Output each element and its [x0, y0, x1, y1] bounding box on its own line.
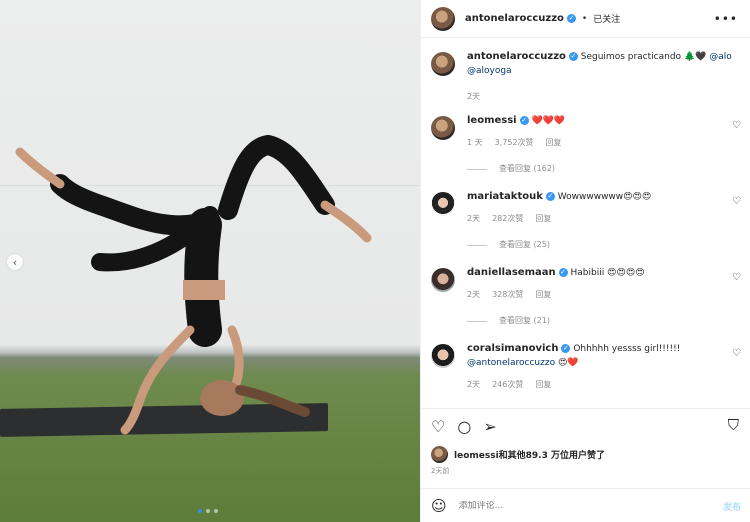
post-photo: ‹: [0, 0, 420, 522]
divider: [467, 244, 487, 246]
verified-icon: ✓: [561, 344, 571, 353]
comment-username[interactable]: coralsimanovich: [467, 343, 558, 354]
comment-likes[interactable]: 246次赞: [492, 378, 523, 392]
avatar[interactable]: [431, 268, 455, 292]
caption-time: 2天: [467, 92, 481, 101]
verified-icon: ✓: [566, 14, 576, 23]
comment-body: leomessi ✓ ❤️❤️❤️ 1 天 3,752次赞 回复 查看回复 (16…: [467, 114, 741, 176]
comment-time: 1 天: [467, 138, 483, 147]
emoji-icon[interactable]: ☺: [431, 497, 447, 515]
post-button[interactable]: 发布: [723, 500, 741, 513]
verified-icon: ✓: [545, 192, 555, 201]
view-replies[interactable]: 查看回复 (25): [467, 238, 741, 252]
heart-icon[interactable]: ♡: [732, 348, 741, 359]
list-item: daniellasemaan ✓ Habibiii 😍😍😍😍 2天 328次赞 回…: [431, 266, 741, 328]
heart-icon[interactable]: ♡: [732, 272, 741, 283]
avatar[interactable]: [431, 344, 455, 368]
caption-text: Seguimos practicando: [580, 52, 682, 62]
comment-text: ❤️❤️❤️: [531, 116, 566, 126]
comment-likes[interactable]: 328次赞: [492, 288, 523, 302]
comment-input[interactable]: [458, 500, 699, 511]
heart-icon[interactable]: ♡: [732, 120, 741, 131]
comment-likes[interactable]: 282次赞: [492, 212, 523, 226]
yoga-figure-illustration: [15, 134, 372, 435]
comment-time: 2天: [467, 380, 481, 389]
comment-text: Habibiii 😍😍😍😍: [570, 268, 645, 278]
divider: [467, 320, 487, 322]
caption-username[interactable]: antonelaroccuzzo: [467, 51, 566, 62]
reply-button[interactable]: 回复: [535, 288, 551, 302]
separator-dot: •: [581, 13, 588, 24]
list-item: mariataktouk ✓ Wowwwwwww😍😍😍 2天 282次赞 回复 查…: [431, 190, 741, 252]
comment-username[interactable]: leomessi: [467, 115, 517, 126]
comment-text: Ohhhhh yessss girl!!!!!!: [573, 344, 681, 354]
verified-icon: ✓: [558, 268, 568, 277]
view-replies-label: 查看回复 (162): [499, 164, 556, 173]
carousel-dot: [214, 509, 218, 513]
comment-username[interactable]: daniellasemaan: [467, 267, 556, 278]
heart-icon[interactable]: ♡: [732, 196, 741, 207]
likes-summary[interactable]: leomessi和其他89.3 万位用户赞了: [431, 446, 605, 463]
bookmark-icon[interactable]: ⛉: [728, 418, 739, 433]
reply-button[interactable]: 回复: [535, 378, 551, 392]
comment-text: Wowwwwwww😍😍😍: [557, 192, 652, 202]
comment-time: 2天: [467, 214, 481, 223]
action-bar: ♡ ○ ➢ ⛉: [421, 408, 750, 444]
view-replies[interactable]: 查看回复 (162): [467, 162, 741, 176]
avatar: [431, 446, 448, 463]
avatar[interactable]: [431, 192, 455, 216]
reply-button[interactable]: 回复: [535, 212, 551, 226]
comment-mention-emoji: 😍❤️: [557, 358, 579, 368]
follow-status[interactable]: 已关注: [593, 12, 620, 25]
comment-body: mariataktouk ✓ Wowwwwwww😍😍😍 2天 282次赞 回复 查…: [467, 190, 741, 252]
caption-emoji: 🌲🖤: [683, 52, 707, 62]
caption: antonelaroccuzzo ✓ Seguimos practicando 🌲…: [431, 50, 741, 104]
caption-tag[interactable]: @aloyoga: [467, 66, 512, 76]
chevron-left-icon[interactable]: ‹: [6, 253, 24, 271]
share-icon[interactable]: ➢: [483, 418, 496, 435]
carousel-dot: [206, 509, 210, 513]
view-replies-label: 查看回复 (21): [499, 316, 550, 325]
divider: [467, 168, 487, 170]
likes-summary-text: leomessi和其他89.3 万位用户赞了: [454, 451, 605, 461]
carousel-dot: [198, 509, 202, 513]
post-header: antonelaroccuzzo ✓ • 已关注 •••: [421, 0, 750, 38]
avatar[interactable]: [431, 52, 455, 76]
comment-likes[interactable]: 3,752次赞: [495, 136, 534, 150]
comment-body: coralsimanovich ✓ Ohhhhh yessss girl!!!!!…: [467, 342, 741, 392]
comment-mention[interactable]: @antonelaroccuzzo: [467, 358, 555, 368]
avatar[interactable]: [431, 116, 455, 140]
author-username[interactable]: antonelaroccuzzo: [465, 13, 564, 24]
comment-body: daniellasemaan ✓ Habibiii 😍😍😍😍 2天 328次赞 回…: [467, 266, 741, 328]
comment-composer: ☺ 发布: [421, 488, 750, 522]
list-item: leomessi ✓ ❤️❤️❤️ 1 天 3,752次赞 回复 查看回复 (16…: [431, 114, 741, 176]
avatar[interactable]: [431, 6, 455, 31]
caption-body: antonelaroccuzzo ✓ Seguimos practicando 🌲…: [467, 50, 741, 104]
verified-icon: ✓: [519, 116, 529, 125]
post-side-panel: antonelaroccuzzo ✓ • 已关注 ••• antonelaroc…: [420, 0, 750, 522]
verified-icon: ✓: [568, 52, 578, 61]
carousel-dots: [198, 509, 218, 513]
heart-icon[interactable]: ♡: [431, 418, 445, 435]
view-replies-label: 查看回复 (25): [499, 240, 550, 249]
comments-list: antonelaroccuzzo ✓ Seguimos practicando 🌲…: [421, 38, 750, 408]
comment-icon[interactable]: ○: [457, 418, 471, 435]
comment-time: 2天: [467, 290, 481, 299]
caption-tag[interactable]: @alo: [709, 52, 732, 62]
comment-username[interactable]: mariataktouk: [467, 191, 543, 202]
more-icon[interactable]: •••: [714, 12, 738, 26]
reply-button[interactable]: 回复: [546, 136, 562, 150]
post-age: 2天前: [431, 467, 450, 475]
view-replies[interactable]: 查看回复 (21): [467, 314, 741, 328]
list-item: coralsimanovich ✓ Ohhhhh yessss girl!!!!!…: [431, 342, 741, 392]
